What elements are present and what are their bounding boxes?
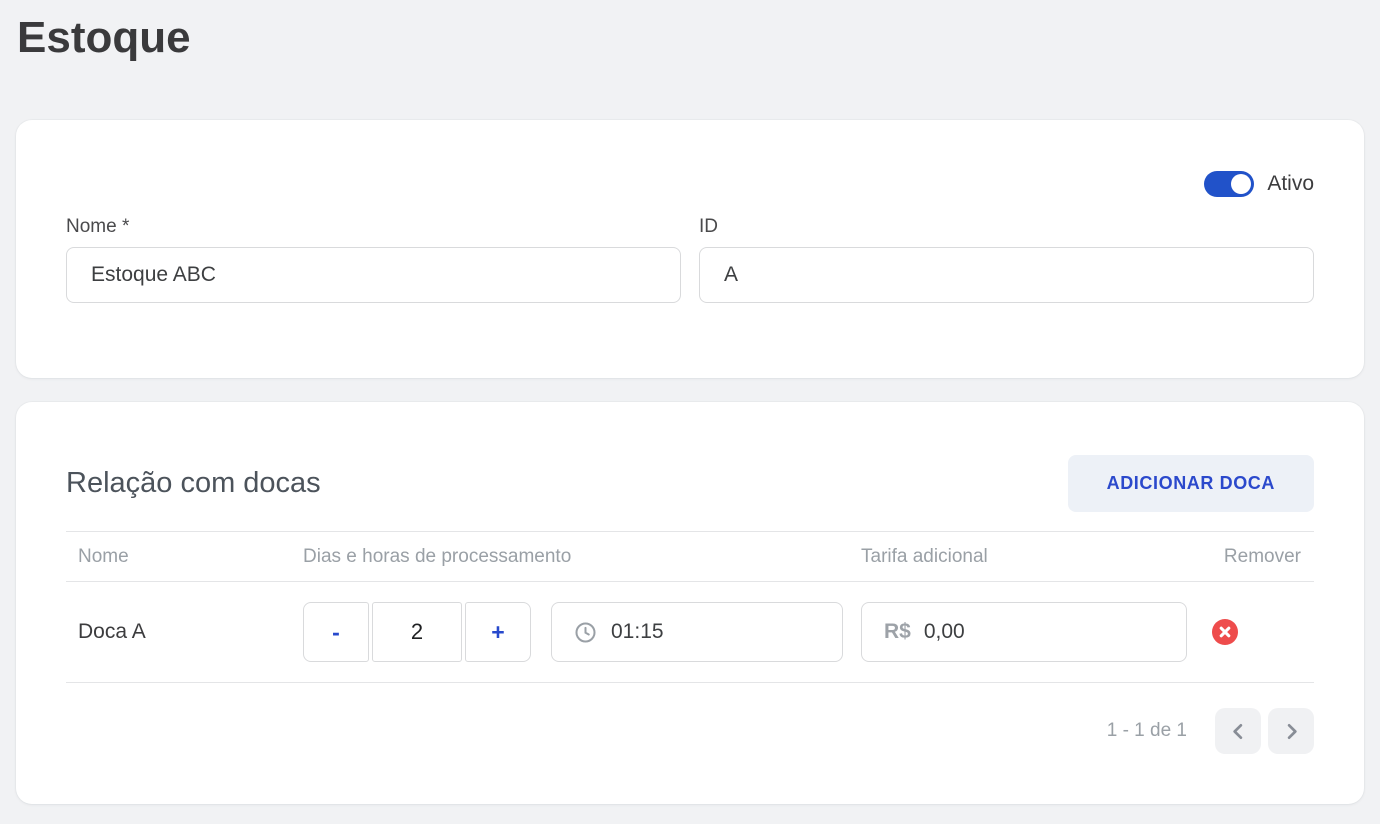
toggle-knob <box>1231 174 1251 194</box>
docks-table: Nome Dias e horas de processamento Tarif… <box>66 531 1314 683</box>
currency-prefix: R$ <box>884 620 911 644</box>
name-input[interactable] <box>66 247 681 303</box>
increase-days-button[interactable]: + <box>465 602 531 662</box>
id-field-group: ID <box>699 216 1314 303</box>
active-toggle[interactable] <box>1204 171 1254 197</box>
docks-table-header-row: Nome Dias e horas de processamento Tarif… <box>66 531 1314 582</box>
stock-fields-row: Nome * ID <box>66 216 1314 303</box>
add-dock-button[interactable]: ADICIONAR DOCA <box>1068 455 1314 512</box>
dock-name-cell: Doca A <box>66 620 303 644</box>
chevron-left-icon <box>1227 720 1250 743</box>
remove-dock-button[interactable] <box>1212 619 1238 645</box>
pagination: 1 - 1 de 1 <box>66 708 1314 754</box>
remove-icon <box>1212 619 1238 645</box>
docks-card-header: Relação com docas ADICIONAR DOCA <box>66 402 1314 512</box>
processing-time-field[interactable] <box>551 602 843 662</box>
next-page-button[interactable] <box>1268 708 1314 754</box>
previous-page-button[interactable] <box>1215 708 1261 754</box>
tariff-input[interactable] <box>924 620 1164 644</box>
chevron-right-icon <box>1280 720 1303 743</box>
docks-card: Relação com docas ADICIONAR DOCA Nome Di… <box>16 402 1364 804</box>
tariff-field[interactable]: R$ <box>861 602 1187 662</box>
days-value[interactable]: 2 <box>372 602 462 662</box>
clock-icon <box>574 621 597 644</box>
days-stepper: - 2 + <box>303 602 531 662</box>
table-row: Doca A - 2 + <box>66 582 1314 683</box>
tariff-cell: R$ <box>861 602 1198 662</box>
column-header-tariff: Tarifa adicional <box>861 546 1198 568</box>
remove-cell <box>1198 619 1314 645</box>
id-field-label: ID <box>699 216 1314 238</box>
column-header-remove: Remover <box>1198 546 1314 568</box>
name-field-label: Nome * <box>66 216 681 238</box>
status-toggle-row: Ativo <box>66 120 1314 197</box>
column-header-processing: Dias e horas de processamento <box>303 546 861 568</box>
stock-info-card: Ativo Nome * ID <box>16 120 1364 378</box>
column-header-name: Nome <box>66 546 303 568</box>
active-toggle-label: Ativo <box>1267 172 1314 196</box>
id-input[interactable] <box>699 247 1314 303</box>
page-title: Estoque <box>0 0 1380 63</box>
decrease-days-button[interactable]: - <box>303 602 369 662</box>
name-field-group: Nome * <box>66 216 681 303</box>
pagination-range-label: 1 - 1 de 1 <box>1107 720 1187 742</box>
docks-card-title: Relação com docas <box>66 467 321 500</box>
processing-cell: - 2 + <box>303 602 861 662</box>
processing-time-input[interactable] <box>611 620 820 644</box>
